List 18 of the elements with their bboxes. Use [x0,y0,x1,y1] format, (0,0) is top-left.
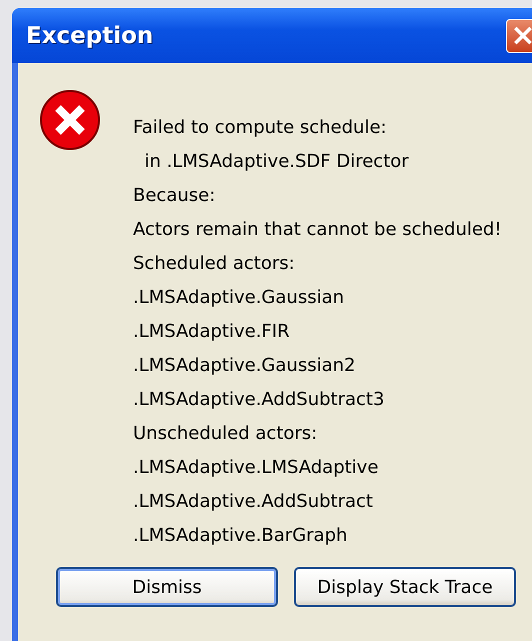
error-icon [38,88,102,152]
message-line: Because: [133,186,216,208]
message-line: .LMSAdaptive.AddSubtract [133,492,374,514]
message-line: Scheduled actors: [133,254,296,276]
message-line: .LMSAdaptive.Gaussian [133,288,346,310]
message-line: in .LMSAdaptive.SDF Director [143,152,410,174]
message-line: .LMSAdaptive.BarGraph [133,526,348,548]
dialog-button[interactable]: Display Stack Trace [294,567,516,607]
message-line: Failed to compute schedule: [133,118,388,140]
message-line: Unscheduled actors: [133,424,318,446]
message-line: .LMSAdaptive.LMSAdaptive [133,458,380,480]
message-line: Actors remain that cannot be scheduled! [133,220,502,242]
dialog-button[interactable]: Dismiss [56,567,278,607]
window-title: Exception [26,22,154,48]
message-line: .LMSAdaptive.Gaussian2 [133,356,356,378]
message-line: .LMSAdaptive.AddSubtract3 [133,390,386,412]
message-line: .LMSAdaptive.FIR [133,322,291,344]
close-button[interactable]: × [506,18,532,52]
